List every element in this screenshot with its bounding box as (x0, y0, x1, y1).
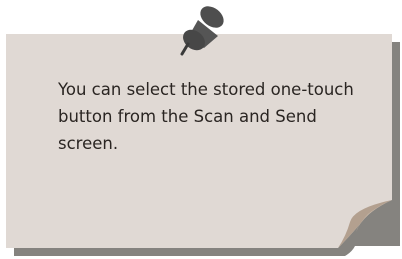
note-message: You can select the stored one-touch butt… (58, 80, 354, 153)
pushpin-icon (180, 6, 224, 56)
sticky-note: You can select the stored one-touch butt… (0, 0, 402, 259)
